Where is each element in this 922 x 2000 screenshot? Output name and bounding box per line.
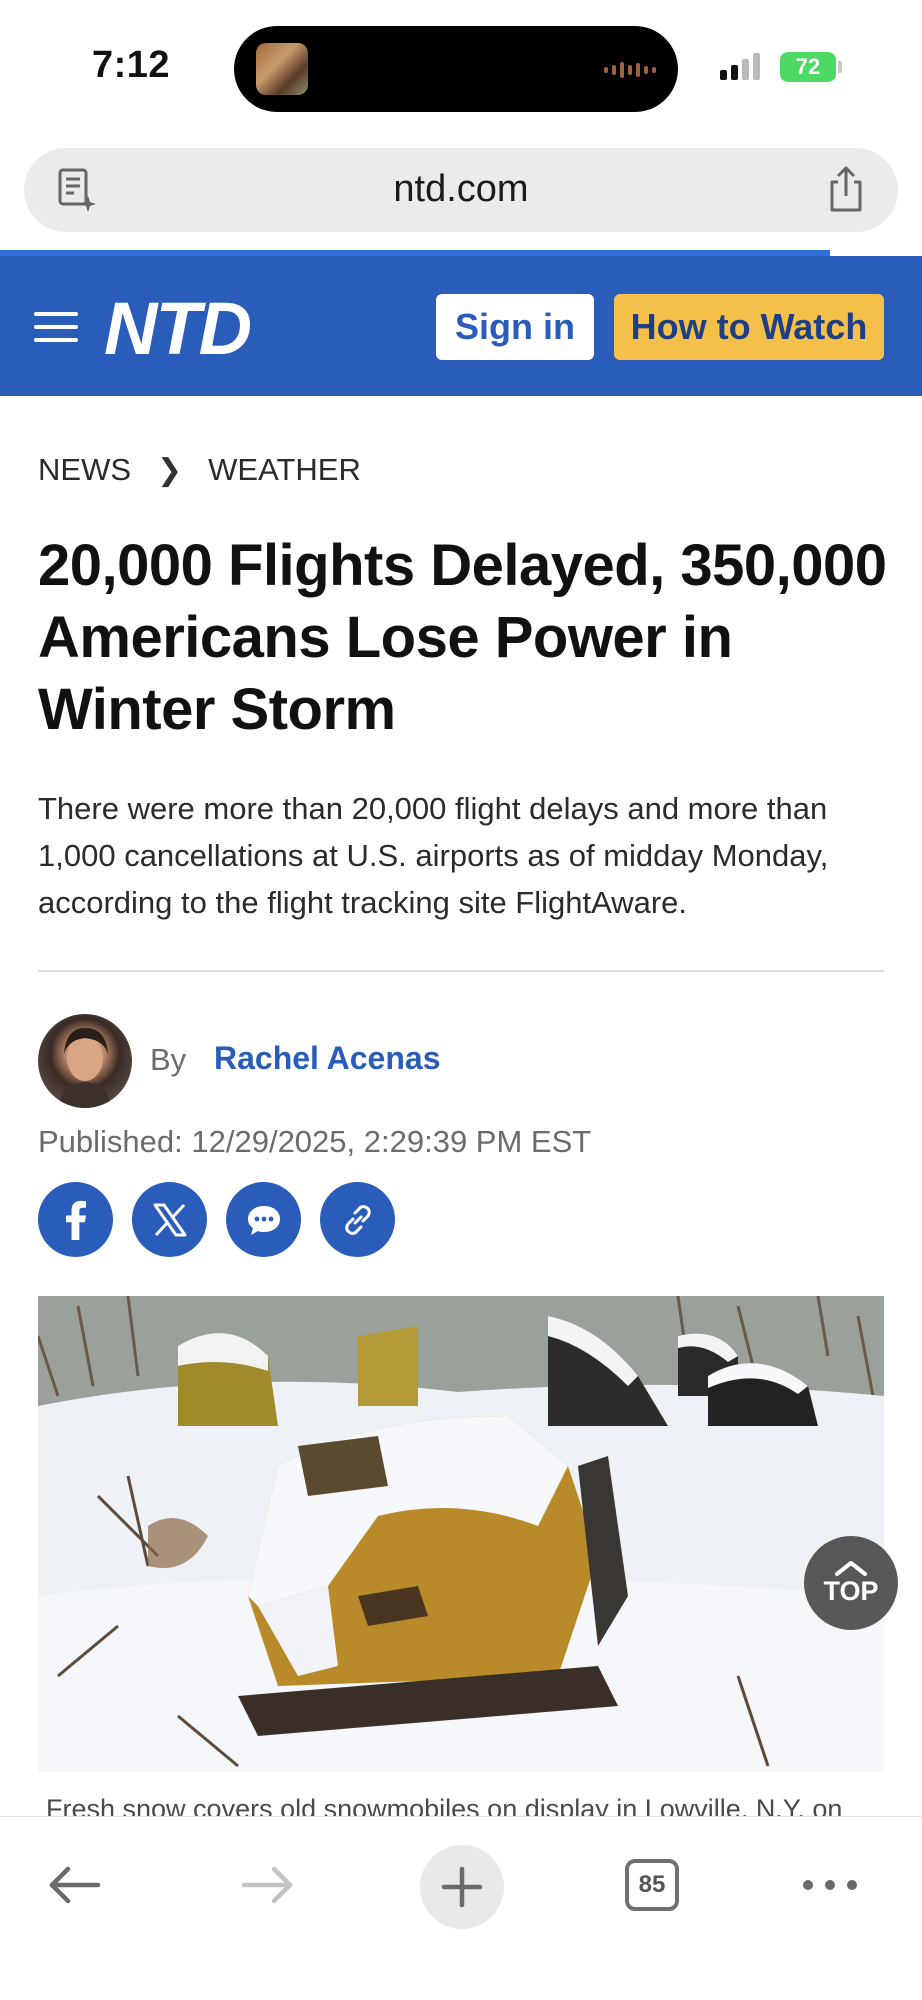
byline-label: By — [150, 1042, 187, 1077]
top-label: TOP — [823, 1575, 879, 1606]
plus-icon — [441, 1866, 483, 1908]
scroll-to-top-button[interactable]: TOP — [804, 1536, 898, 1630]
address-bar[interactable]: ntd.com — [24, 148, 898, 232]
back-arrow-icon[interactable] — [34, 1845, 114, 1925]
tabs-button[interactable]: 85 — [612, 1845, 692, 1925]
author-avatar[interactable] — [38, 1014, 132, 1108]
x-icon[interactable] — [132, 1182, 207, 1257]
message-icon[interactable] — [226, 1182, 301, 1257]
now-playing-thumbnail — [256, 43, 308, 95]
more-icon[interactable] — [790, 1845, 870, 1925]
article-photo[interactable] — [38, 1296, 884, 1772]
cellular-signal-icon — [720, 52, 760, 80]
published-date: Published: 12/29/2025, 2:29:39 PM EST — [38, 1124, 592, 1159]
hamburger-menu-icon[interactable] — [34, 312, 78, 344]
status-bar: 7:12 72 — [0, 0, 922, 140]
link-icon[interactable] — [320, 1182, 395, 1257]
url-text[interactable]: ntd.com — [24, 168, 898, 211]
breadcrumb-news[interactable]: NEWS — [38, 452, 131, 488]
ntd-logo[interactable]: NTD — [104, 286, 252, 371]
breadcrumb-weather[interactable]: WEATHER — [208, 452, 361, 488]
new-tab-button[interactable] — [420, 1845, 504, 1929]
forward-arrow-icon[interactable] — [228, 1845, 308, 1925]
browser-toolbar: 85 — [0, 1816, 922, 2000]
share-icon[interactable] — [824, 164, 868, 214]
battery-tip — [838, 61, 842, 73]
battery-indicator: 72 — [780, 52, 836, 82]
chevron-up-icon — [835, 1560, 867, 1576]
author-name-link[interactable]: Rachel Acenas — [214, 1040, 440, 1077]
breadcrumb: NEWS ❯ WEATHER — [38, 452, 361, 488]
status-time: 7:12 — [92, 44, 171, 86]
site-header: NTD Sign in How to Watch — [0, 256, 922, 396]
photo-caption: Fresh snow covers old snowmobiles on dis… — [46, 1794, 843, 1816]
divider — [38, 970, 884, 972]
facebook-icon[interactable] — [38, 1182, 113, 1257]
article-headline: 20,000 Flights Delayed, 350,000 American… — [38, 533, 887, 742]
article-summary: There were more than 20,000 flight delay… — [38, 791, 829, 920]
chevron-right-icon: ❯ — [157, 453, 183, 487]
sign-in-button[interactable]: Sign in — [436, 294, 594, 360]
share-buttons — [38, 1182, 395, 1257]
audio-waveform-icon — [604, 62, 656, 78]
how-to-watch-button[interactable]: How to Watch — [614, 294, 884, 360]
dynamic-island[interactable] — [234, 26, 678, 112]
tab-count: 85 — [625, 1859, 679, 1911]
